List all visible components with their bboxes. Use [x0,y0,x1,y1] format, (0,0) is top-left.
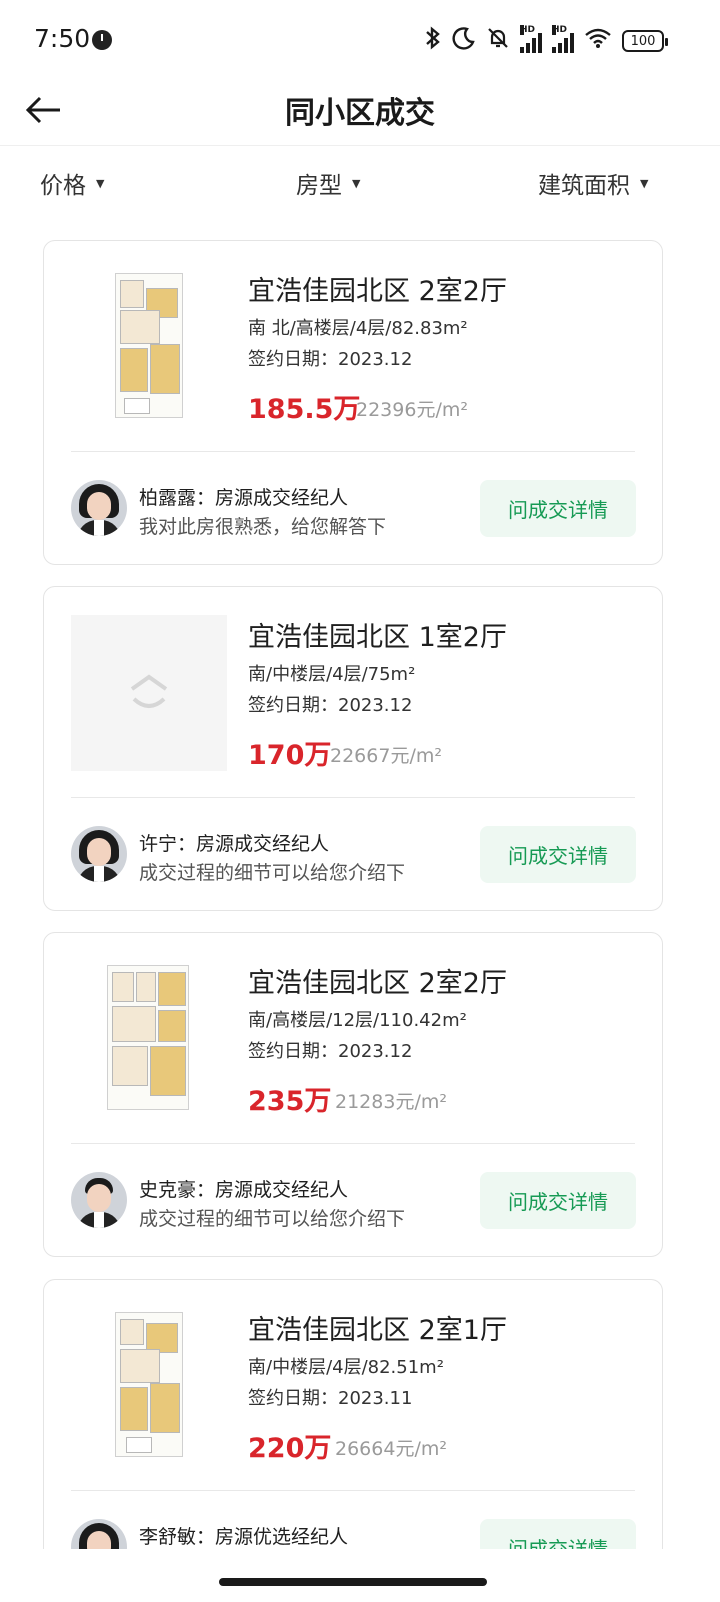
app-header: 同小区成交 [0,80,720,146]
agent-name: 史克豪：房源成交经纪人 [139,1179,349,1201]
bluetooth-icon [424,25,442,57]
filter-area[interactable]: 建筑面积 ▼ [538,166,648,200]
divider [71,797,635,798]
placeholder-logo-icon [128,673,170,713]
avatar[interactable] [71,826,127,882]
floorplan-image [71,961,227,1117]
avatar[interactable] [71,1519,127,1549]
listing-info: 南/中楼层/4层/75m² [248,664,416,685]
agent-name: 李舒敏：房源优选经纪人 [139,1526,349,1548]
avatar[interactable] [71,480,127,536]
page-title: 同小区成交 [285,96,435,131]
listing-info: 南 北/高楼层/4层/82.83m² [248,318,468,339]
image-placeholder [71,615,227,771]
status-bar: 7:50 HD HD 100 [0,0,720,80]
listing-date: 签约日期：2023.12 [248,695,413,716]
listing-card[interactable]: 宜浩佳园北区 2室2厅 南 北/高楼层/4层/82.83m² 签约日期：2023… [43,240,663,565]
listing-price: 235万 [248,1086,332,1117]
moon-icon [452,26,476,56]
filter-bar: 价格 ▼ 房型 ▼ 建筑面积 ▼ [0,148,720,218]
filter-layout-label: 房型 [296,173,342,199]
listing-date: 签约日期：2023.12 [248,1041,413,1062]
listing-price: 170万 [248,740,332,771]
battery-icon: 100 [622,30,668,52]
listing-title: 宜浩佳园北区 2室1厅 [248,1315,507,1346]
floorplan-image [71,1308,227,1464]
listing-price: 185.5万 [248,394,361,425]
filter-layout[interactable]: 房型 ▼ [296,166,360,200]
listing-card[interactable]: 宜浩佳园北区 2室2厅 南/高楼层/12层/110.42m² 签约日期：2023… [43,932,663,1257]
floorplan-image [71,269,227,425]
home-indicator[interactable] [219,1578,487,1586]
listing-info: 南/高楼层/12层/110.42m² [248,1010,467,1031]
signal-hd-icon: HD [520,25,542,53]
listing-title: 宜浩佳园北区 2室2厅 [248,276,507,307]
filter-area-label: 建筑面积 [538,173,630,199]
listing-date: 签约日期：2023.12 [248,349,413,370]
chevron-down-icon: ▼ [640,176,649,190]
listing-title: 宜浩佳园北区 2室2厅 [248,968,507,999]
agent-message: 我对此房很熟悉，给您解答下 [139,516,387,538]
divider [71,1143,635,1144]
listing-unit-price: 22667元/m² [330,745,442,767]
agent-message: 成交过程的细节可以给您介绍下 [139,862,406,884]
clock-icon [92,30,112,50]
listing-title: 宜浩佳园北区 1室2厅 [248,622,507,653]
ask-deal-details-button[interactable]: 问成交详情 [480,826,636,883]
avatar[interactable] [71,1172,127,1228]
agent-name: 许宁：房源成交经纪人 [139,833,330,855]
signal-hd-icon: HD [552,25,574,53]
filter-price-label: 价格 [40,173,86,199]
listing-card[interactable]: 宜浩佳园北区 1室2厅 南/中楼层/4层/75m² 签约日期：2023.12 1… [43,586,663,911]
chevron-down-icon: ▼ [96,176,105,190]
ask-deal-details-button[interactable]: 问成交详情 [480,1519,636,1549]
filter-price[interactable]: 价格 ▼ [40,166,104,200]
status-icons: HD HD 100 [424,25,668,57]
chevron-down-icon: ▼ [352,176,361,190]
divider [71,451,635,452]
divider [71,1490,635,1491]
status-time: 7:50 [34,24,91,53]
listing-unit-price: 21283元/m² [335,1091,447,1113]
ask-deal-details-button[interactable]: 问成交详情 [480,480,636,537]
listing-info: 南/中楼层/4层/82.51m² [248,1357,444,1378]
listing-unit-price: 26664元/m² [335,1438,447,1460]
mute-bell-icon [486,26,510,56]
listing-date: 签约日期：2023.11 [248,1388,413,1409]
listing-price: 220万 [248,1433,332,1464]
ask-deal-details-button[interactable]: 问成交详情 [480,1172,636,1229]
listing-card[interactable]: 宜浩佳园北区 2室1厅 南/中楼层/4层/82.51m² 签约日期：2023.1… [43,1279,663,1549]
wifi-icon [584,27,612,55]
agent-name: 柏露露：房源成交经纪人 [139,487,349,509]
listing-unit-price: 22396元/m² [356,399,468,421]
agent-message: 成交过程的细节可以给您介绍下 [139,1208,406,1230]
